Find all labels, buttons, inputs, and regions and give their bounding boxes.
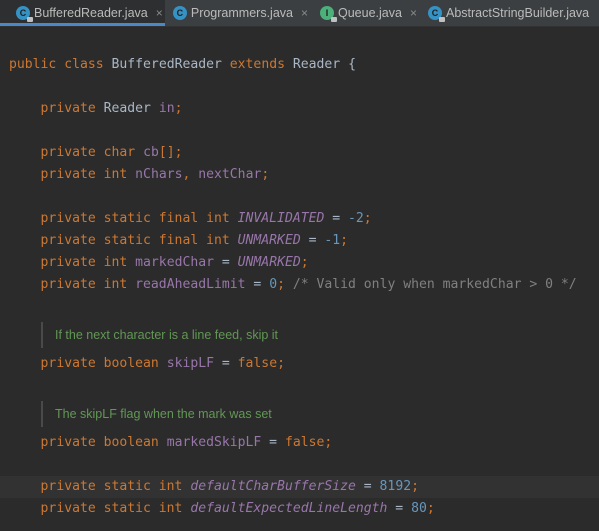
code-line-class-declaration: public class BufferedReader extends Read… <box>0 54 599 76</box>
field-name: readAheadLimit <box>135 277 246 292</box>
keyword: class <box>64 57 104 72</box>
keyword: private boolean <box>40 435 159 450</box>
doc-comment-text: The skipLF flag when the mark was set <box>55 407 272 421</box>
code-editor[interactable]: public class BufferedReader extends Read… <box>0 27 599 531</box>
operator: = <box>214 255 238 270</box>
code-line-nchars: private int nChars, nextChar; <box>0 164 599 186</box>
number-literal: -2 <box>348 211 364 226</box>
lock-icon <box>331 17 337 22</box>
operator: = <box>324 211 349 226</box>
brace: { <box>348 57 356 72</box>
number-literal: -1 <box>324 233 341 248</box>
field-name: nextChar <box>198 167 262 182</box>
close-icon[interactable]: × <box>410 6 417 20</box>
keyword: private <box>40 101 96 116</box>
tab-abstractstringbuilder[interactable]: C AbstractStringBuilder.java <box>420 0 599 26</box>
boolean-literal: false <box>237 356 278 371</box>
semicolon: ; <box>277 356 285 371</box>
semicolon: ; <box>261 167 270 182</box>
code-line-readaheadlimit: private int readAheadLimit = 0; /* Valid… <box>0 274 599 296</box>
code-line-skiplf: private boolean skipLF = false; <box>0 353 599 375</box>
operator: = <box>261 435 285 450</box>
field-name: markedChar <box>135 255 214 270</box>
tab-label: AbstractStringBuilder.java <box>446 6 590 20</box>
keyword: private static int <box>40 479 183 494</box>
keyword: private <box>40 145 96 160</box>
close-icon[interactable]: × <box>156 6 163 20</box>
type-keyword: int <box>103 167 128 182</box>
number-literal: 0 <box>269 277 278 292</box>
operator: = <box>355 479 380 494</box>
field-name: skipLF <box>166 356 214 371</box>
inline-comment: /* Valid only when markedChar > 0 */ <box>284 277 577 292</box>
doc-comment-markedskiplf: The skipLF flag when the mark was set <box>41 401 272 427</box>
java-interface-icon: I <box>320 6 337 22</box>
semicolon: ; <box>174 145 183 160</box>
type-name: Reader <box>103 101 151 116</box>
keyword: private static final int <box>40 211 230 226</box>
java-class-icon: C <box>428 6 445 22</box>
semicolon: ; <box>324 435 333 450</box>
keyword: private static int <box>40 501 183 516</box>
tab-programmers[interactable]: C Programmers.java × <box>165 0 308 26</box>
code-line-markedskiplf: private boolean markedSkipLF = false; <box>0 432 599 454</box>
semicolon: ; <box>426 501 435 516</box>
doc-comment-text: If the next character is a line feed, sk… <box>55 328 279 342</box>
java-class-icon: C <box>173 6 187 20</box>
code-line-invalidated: private static final int INVALIDATED = -… <box>0 208 599 230</box>
field-name: cb <box>143 145 159 160</box>
code-line-linelength: private static int defaultExpectedLineLe… <box>0 498 599 520</box>
field-name: in <box>158 101 175 116</box>
code-line-in: private Reader in; <box>0 98 599 120</box>
semicolon: ; <box>174 101 183 116</box>
field-name: markedSkipLF <box>166 435 262 450</box>
constant-name: INVALIDATED <box>237 211 325 226</box>
keyword: private int <box>40 277 128 292</box>
tab-label: Programmers.java <box>190 6 293 20</box>
code-line-unmarked: private static final int UNMARKED = -1; <box>0 230 599 252</box>
semicolon: ; <box>363 211 372 226</box>
keyword: public <box>9 57 57 72</box>
constant-name: UNMARKED <box>237 255 301 270</box>
constant-name: defaultCharBufferSize <box>190 479 356 494</box>
keyword: private <box>40 167 96 182</box>
keyword: extends <box>229 57 285 72</box>
keyword: private static final int <box>40 233 230 248</box>
operator: = <box>300 233 325 248</box>
lock-icon <box>27 17 33 22</box>
code-line-buffersize: private static int defaultCharBufferSize… <box>0 476 599 498</box>
java-class-icon: C <box>16 6 33 22</box>
operator: = <box>245 277 270 292</box>
close-icon[interactable]: × <box>301 6 308 20</box>
tab-label: Queue.java <box>338 6 402 20</box>
tab-bufferedreader[interactable]: C BufferedReader.java × <box>0 0 165 26</box>
tab-label: BufferedReader.java <box>34 6 148 20</box>
operator: = <box>387 501 412 516</box>
semicolon: ; <box>300 255 309 270</box>
lock-icon <box>439 17 445 22</box>
code-line-cb: private char cb[]; <box>0 142 599 164</box>
semicolon: ; <box>411 479 419 494</box>
semicolon: ; <box>340 233 349 248</box>
separator: , <box>182 167 199 182</box>
number-literal: 8192 <box>379 479 412 494</box>
brackets: [] <box>158 145 175 160</box>
type-keyword: char <box>103 145 136 160</box>
doc-comment-skiplf: If the next character is a line feed, sk… <box>41 322 278 348</box>
class-name: BufferedReader <box>111 57 222 72</box>
superclass-name: Reader <box>292 57 341 72</box>
constant-name: defaultExpectedLineLength <box>190 501 388 516</box>
semicolon: ; <box>277 277 285 292</box>
number-literal: 80 <box>411 501 427 516</box>
constant-name: UNMARKED <box>237 233 301 248</box>
editor-tab-bar: C BufferedReader.java × C Programmers.ja… <box>0 0 599 27</box>
code-line-markedchar: private int markedChar = UNMARKED; <box>0 252 599 274</box>
keyword: private int <box>40 255 128 270</box>
operator: = <box>214 356 238 371</box>
boolean-literal: false <box>284 435 325 450</box>
keyword: private boolean <box>40 356 159 371</box>
tab-queue[interactable]: I Queue.java × <box>308 0 420 26</box>
field-name: nChars <box>135 167 183 182</box>
